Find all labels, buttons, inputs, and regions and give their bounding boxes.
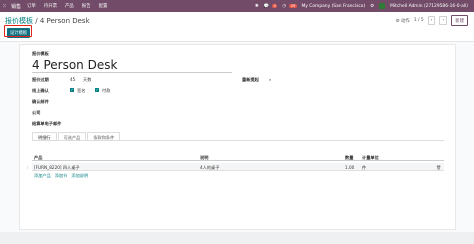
form-tabs: 明细行 可选产品 条款和条件	[32, 132, 444, 141]
confirm-mail-label: 确认邮件	[32, 99, 49, 104]
table-header: 产品 说明 数量 计量单位	[32, 153, 444, 161]
pager-prev-button[interactable]: ‹	[427, 16, 436, 25]
row-description[interactable]: 4人的桌子	[200, 165, 219, 171]
action-menu-button[interactable]: ⚙ 动作	[396, 18, 410, 24]
template-name-field[interactable]: 4 Person Desk	[32, 58, 117, 72]
tab-order-lines[interactable]: 明细行	[32, 132, 57, 140]
add-product-link[interactable]: 添加产品	[34, 173, 51, 179]
pay-label: 付款	[102, 88, 111, 93]
recurrence-label: 重新提起	[242, 77, 259, 82]
menu-configuration[interactable]: 配置	[99, 3, 108, 9]
activity-icon[interactable]: ◷	[282, 4, 286, 9]
app-brand[interactable]: 销售	[11, 3, 21, 10]
pager-value[interactable]: 1 / 5	[414, 18, 424, 23]
menu-reporting[interactable]: 报告	[82, 3, 91, 9]
col-quantity[interactable]: 数量	[345, 155, 353, 161]
col-uom[interactable]: 计量单位	[362, 155, 379, 161]
apps-menu-icon[interactable]: ⁙	[0, 3, 9, 10]
bug-icon[interactable]: ✱	[255, 4, 259, 9]
mailing-label: 结算单电子邮件	[32, 121, 62, 126]
add-line-links: 添加产品 添加节 添加说明	[34, 173, 88, 179]
settings-icon[interactable]: ⚙	[370, 4, 374, 9]
col-description[interactable]: 说明	[200, 155, 208, 161]
table-row[interactable]: ⁝ [FURN_8220] 四人桌子 4人的桌子 1.00 件 🗑	[27, 163, 444, 171]
highlight-box	[4, 25, 32, 37]
company-label: 公司	[32, 110, 41, 115]
top-navbar: ⁙ 销售 订单 待开票 产品 报告 配置 ✱ 💬 5 ◷ 29 My Compa…	[0, 0, 474, 12]
user-menu[interactable]: Mitchell Admin (27129586-16-0-all)	[390, 4, 468, 9]
tab-terms[interactable]: 条款和条件	[87, 132, 121, 140]
avatar[interactable]	[379, 3, 386, 9]
drag-handle-icon[interactable]: ⁝	[27, 165, 28, 170]
row-uom[interactable]: 件	[362, 165, 366, 171]
sign-label: 签名	[77, 88, 86, 93]
add-note-link[interactable]: 添加说明	[71, 173, 88, 179]
validity-input[interactable]: 45	[70, 77, 75, 82]
recurrence-search-icon[interactable]: ⌕	[269, 77, 271, 82]
activity-badge: 29	[289, 4, 297, 8]
tab-optional-products[interactable]: 可选产品	[57, 132, 87, 140]
online-confirm-label: 线上确认	[32, 88, 49, 93]
delete-row-icon[interactable]: 🗑	[436, 165, 441, 171]
pager: ⚙ 动作 1 / 5 ‹ › 新建	[396, 15, 468, 26]
new-button[interactable]: 新建	[451, 15, 468, 26]
pager-next-button[interactable]: ›	[439, 16, 448, 25]
col-product[interactable]: 产品	[34, 155, 42, 161]
pay-checkbox[interactable]: ✓	[95, 88, 99, 92]
row-quantity[interactable]: 1.00	[345, 165, 354, 170]
form-sheet: 报价模板 4 Person Desk 报价过期 45 天数 重新提起 ⌕ 线上确…	[19, 44, 456, 230]
row-product[interactable]: [FURN_8220] 四人桌子	[34, 165, 80, 171]
menu-to-invoice[interactable]: 待开票	[44, 3, 57, 9]
menu-products[interactable]: 产品	[65, 3, 74, 9]
validity-unit: 天数	[83, 77, 92, 82]
chat-badge: 5	[272, 4, 278, 8]
control-panel: 报价模板 / 4 Person Desk ⚙ 动作 1 / 5 ‹ › 新建 设…	[0, 12, 474, 42]
chat-icon[interactable]: 💬	[264, 4, 269, 9]
company-switcher[interactable]: My Company (San Francisco)	[302, 4, 366, 9]
add-section-link[interactable]: 添加节	[55, 173, 68, 179]
breadcrumb-current: 4 Person Desk	[39, 17, 90, 25]
template-name-label: 报价模板	[32, 51, 49, 56]
bottom-bar	[0, 232, 474, 244]
menu-orders[interactable]: 订单	[27, 3, 36, 9]
breadcrumb-separator: /	[33, 17, 40, 25]
sign-checkbox[interactable]: ✓	[70, 88, 74, 92]
title-underline	[32, 72, 232, 73]
breadcrumb-parent[interactable]: 报价模板	[5, 17, 33, 25]
validity-label: 报价过期	[32, 77, 49, 82]
